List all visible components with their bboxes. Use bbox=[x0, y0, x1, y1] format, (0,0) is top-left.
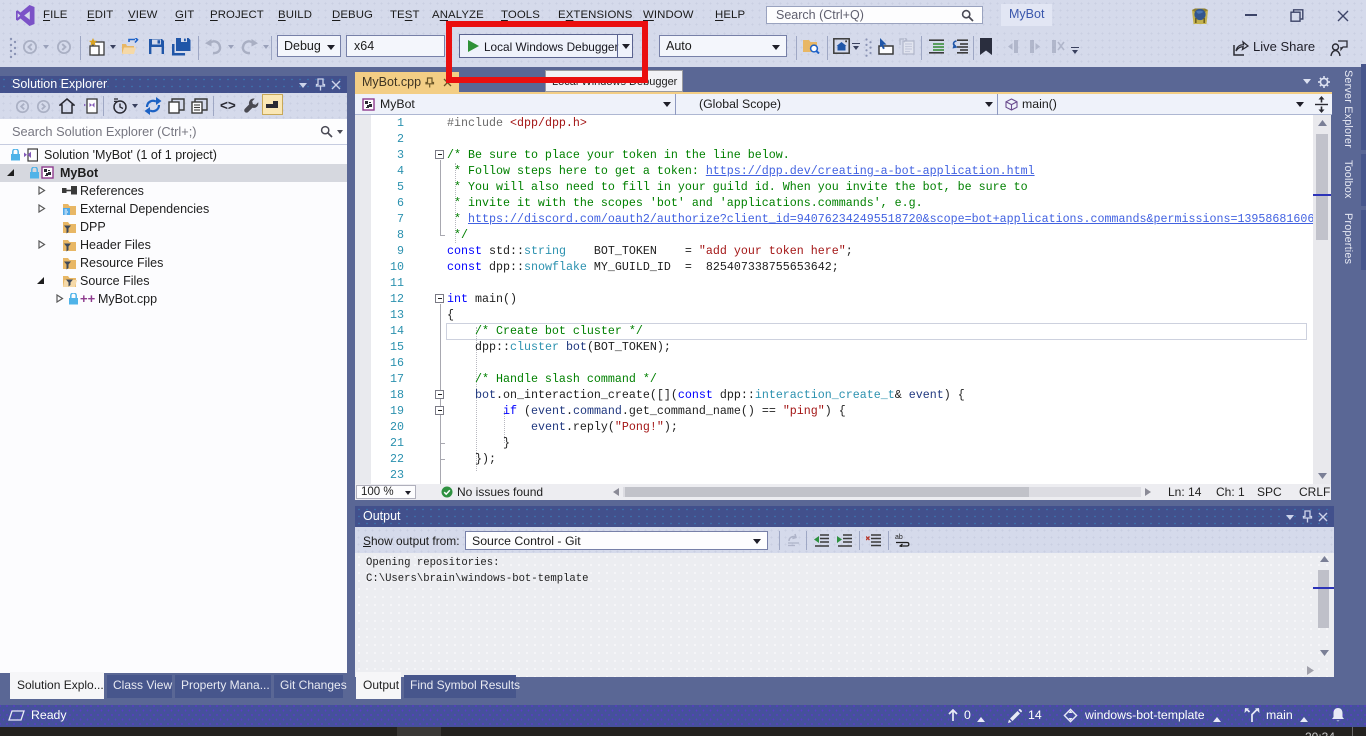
svg-text:ab: ab bbox=[895, 534, 903, 541]
